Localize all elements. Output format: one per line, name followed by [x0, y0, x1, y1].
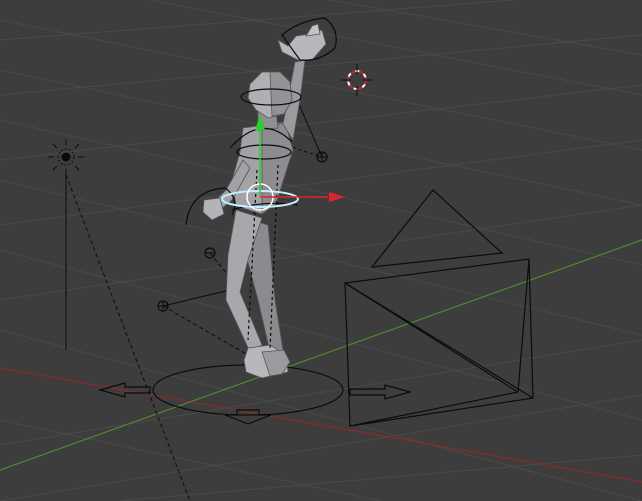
x-axis-handle[interactable] — [329, 192, 345, 202]
x-axis-line — [0, 367, 642, 483]
character-mesh[interactable] — [202, 23, 327, 379]
ik-target-hip[interactable] — [204, 247, 216, 259]
crosshair-icon[interactable] — [341, 64, 373, 96]
viewport-canvas[interactable] — [0, 0, 642, 501]
sun-lamp-icon[interactable] — [48, 139, 191, 501]
ik-target-elbow[interactable] — [316, 151, 328, 163]
ik-target-knee[interactable] — [157, 300, 169, 312]
floor-grid — [0, 0, 642, 501]
y-axis-line — [0, 239, 642, 471]
3d-viewport[interactable] — [0, 0, 642, 501]
